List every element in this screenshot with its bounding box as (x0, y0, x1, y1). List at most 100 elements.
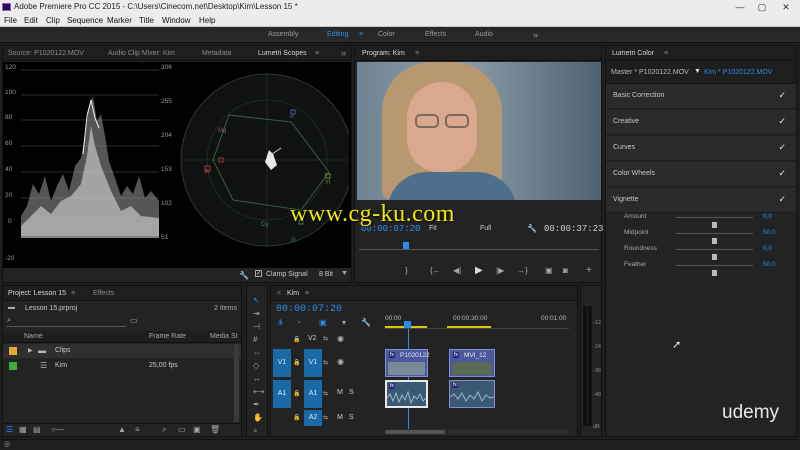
play-icon[interactable]: ▶ (475, 265, 483, 276)
menu-window[interactable]: Window (162, 14, 190, 27)
sync-lock-icon[interactable]: ⇆ (323, 390, 328, 397)
lumetri-panel-title[interactable]: Lumetri Color (612, 46, 654, 61)
clamp-signal-checkbox[interactable]: ✓ (255, 270, 262, 277)
timeline-playhead-handle[interactable] (404, 321, 411, 328)
zoom-slider-icon[interactable]: ○— (51, 425, 64, 434)
clip-dropdown-icon[interactable]: ▼ (694, 68, 701, 75)
project-search-input[interactable]: ⌕ (6, 317, 126, 327)
go-to-out-icon[interactable]: →} (517, 266, 528, 275)
linked-selection-icon[interactable]: ◔ (296, 318, 301, 327)
export-frame-icon[interactable]: ▣ (545, 266, 553, 275)
label-color-swatch[interactable] (9, 362, 17, 370)
project-menu-icon[interactable]: ≡ (71, 286, 75, 301)
slide-tool-icon[interactable]: ⟷ (253, 387, 264, 396)
bit-depth-select[interactable]: 8 Bit (319, 271, 333, 278)
mute-button[interactable]: M (337, 389, 343, 396)
step-forward-icon[interactable]: |▶ (496, 266, 504, 275)
column-frame-rate[interactable]: Frame Rate (149, 333, 186, 340)
maximize-button[interactable]: ▢ (752, 0, 772, 14)
step-back-icon[interactable]: ◀| (453, 266, 461, 275)
project-scrollbar[interactable] (234, 344, 239, 422)
panel-menu-icon[interactable]: ≡ (315, 46, 319, 61)
timeline-scrollbar[interactable] (385, 429, 569, 435)
solo-button[interactable]: S (349, 414, 354, 421)
audio-clip[interactable]: fx (449, 380, 495, 408)
vignette-roundness-slider[interactable]: Roundness 0,0 (606, 241, 796, 260)
section-color-wheels[interactable]: Color Wheels ✓ (606, 162, 796, 187)
new-item-icon[interactable]: ▣ (193, 425, 201, 434)
section-enable-checkbox[interactable]: ✓ (778, 142, 786, 153)
add-marker-icon[interactable]: ▣ (319, 318, 327, 327)
list-view-icon[interactable]: ☰ (6, 425, 13, 434)
section-enable-checkbox[interactable]: ✓ (778, 168, 786, 179)
menu-sequence[interactable]: Sequence (67, 14, 103, 27)
slider-value[interactable]: 0,0 (763, 245, 772, 252)
program-time-ruler[interactable] (359, 242, 599, 250)
track-target-a2[interactable]: A2 (304, 410, 322, 426)
section-curves[interactable]: Curves ✓ (606, 136, 796, 161)
sync-lock-icon[interactable]: ⇆ (323, 359, 328, 366)
close-button[interactable]: ✕ (776, 0, 796, 14)
tab-effects[interactable]: Effects (93, 286, 114, 301)
status-info-icon[interactable]: ◎ (4, 440, 10, 448)
slider-track[interactable] (676, 265, 753, 276)
search-icon[interactable]: ⌕ (7, 317, 11, 325)
lumetri-menu-icon[interactable]: ≡ (664, 46, 668, 61)
minimize-button[interactable]: — (730, 0, 750, 14)
track-target-v1[interactable]: V1 (304, 349, 322, 377)
dropdown-arrow-icon[interactable]: ▼ (341, 270, 348, 277)
wrench-icon[interactable]: 🔧 (527, 224, 537, 233)
wrench-icon[interactable]: 🔧 (239, 271, 249, 280)
slider-value[interactable]: 50,0 (763, 261, 776, 268)
track-target-a1[interactable]: A1 (304, 380, 322, 408)
workspace-assembly[interactable]: Assembly (268, 27, 298, 43)
snap-icon[interactable]: ⋔ (277, 318, 284, 327)
workspace-audio[interactable]: Audio (475, 27, 493, 43)
tab-audio-clip-mixer[interactable]: Audio Clip Mixer: Kim (108, 46, 175, 61)
selection-tool-icon[interactable]: ↖ (253, 296, 260, 305)
automate-icon[interactable]: ≡ (135, 425, 140, 434)
workspace-more-icon[interactable]: » (533, 27, 538, 43)
rolling-edit-tool-icon[interactable]: # (253, 335, 257, 344)
zoom-tool-icon[interactable]: ⌕ (253, 426, 257, 436)
menu-file[interactable]: File (4, 14, 17, 27)
mark-out-icon[interactable]: } (405, 266, 408, 275)
slider-knob[interactable] (712, 270, 717, 276)
sync-lock-icon[interactable]: ⇆ (323, 414, 328, 421)
sort-icon[interactable]: ▲ (118, 425, 126, 434)
column-media-start[interactable]: Media St (210, 333, 238, 340)
freeform-view-icon[interactable]: ▤ (33, 425, 41, 434)
eye-icon[interactable]: ◉ (337, 357, 344, 366)
mute-button[interactable]: M (337, 414, 343, 421)
slider-track[interactable] (676, 249, 753, 260)
audio-clip[interactable]: fx (385, 380, 428, 408)
source-patch-a1[interactable]: A1 (273, 380, 291, 408)
lock-icon[interactable]: 🔒 (293, 359, 300, 366)
add-button-icon[interactable]: + (586, 265, 592, 276)
pen-tool-icon[interactable]: ✒ (253, 400, 260, 409)
icon-view-icon[interactable]: ▦ (19, 425, 27, 434)
list-item[interactable]: ▶ ▬ Clips (3, 344, 241, 358)
master-clip-tab[interactable]: Master * P1020122.MOV (611, 69, 689, 76)
sequence-clip-tab[interactable]: Kim * P1020122.MOV (704, 69, 772, 76)
slider-track[interactable] (676, 233, 753, 244)
menu-edit[interactable]: Edit (24, 14, 38, 27)
column-name[interactable]: Name (24, 333, 43, 340)
go-to-in-icon[interactable]: {← (430, 266, 441, 275)
slider-value[interactable]: 0,0 (763, 213, 772, 220)
section-creative[interactable]: Creative ✓ (606, 110, 796, 135)
source-patch-v1[interactable]: V1 (273, 349, 291, 377)
program-quality-select[interactable]: Full (480, 225, 491, 232)
slip-tool-icon[interactable]: ↔ (253, 374, 261, 383)
eye-icon[interactable]: ◉ (337, 334, 344, 343)
vignette-amount-slider[interactable]: Amount 0,0 (606, 209, 796, 228)
section-enable-checkbox[interactable]: ✓ (778, 194, 786, 205)
menu-help[interactable]: Help (199, 14, 215, 27)
workspace-editing[interactable]: Editing (327, 27, 348, 43)
section-enable-checkbox[interactable]: ✓ (778, 116, 786, 127)
list-item[interactable]: ☰ Kim 25,00 fps (3, 359, 241, 373)
new-bin-icon[interactable]: ▭ (130, 316, 138, 325)
slider-track[interactable] (676, 217, 753, 228)
video-clip[interactable]: fx MVI_12 (449, 349, 495, 377)
menu-title[interactable]: Title (139, 14, 154, 27)
